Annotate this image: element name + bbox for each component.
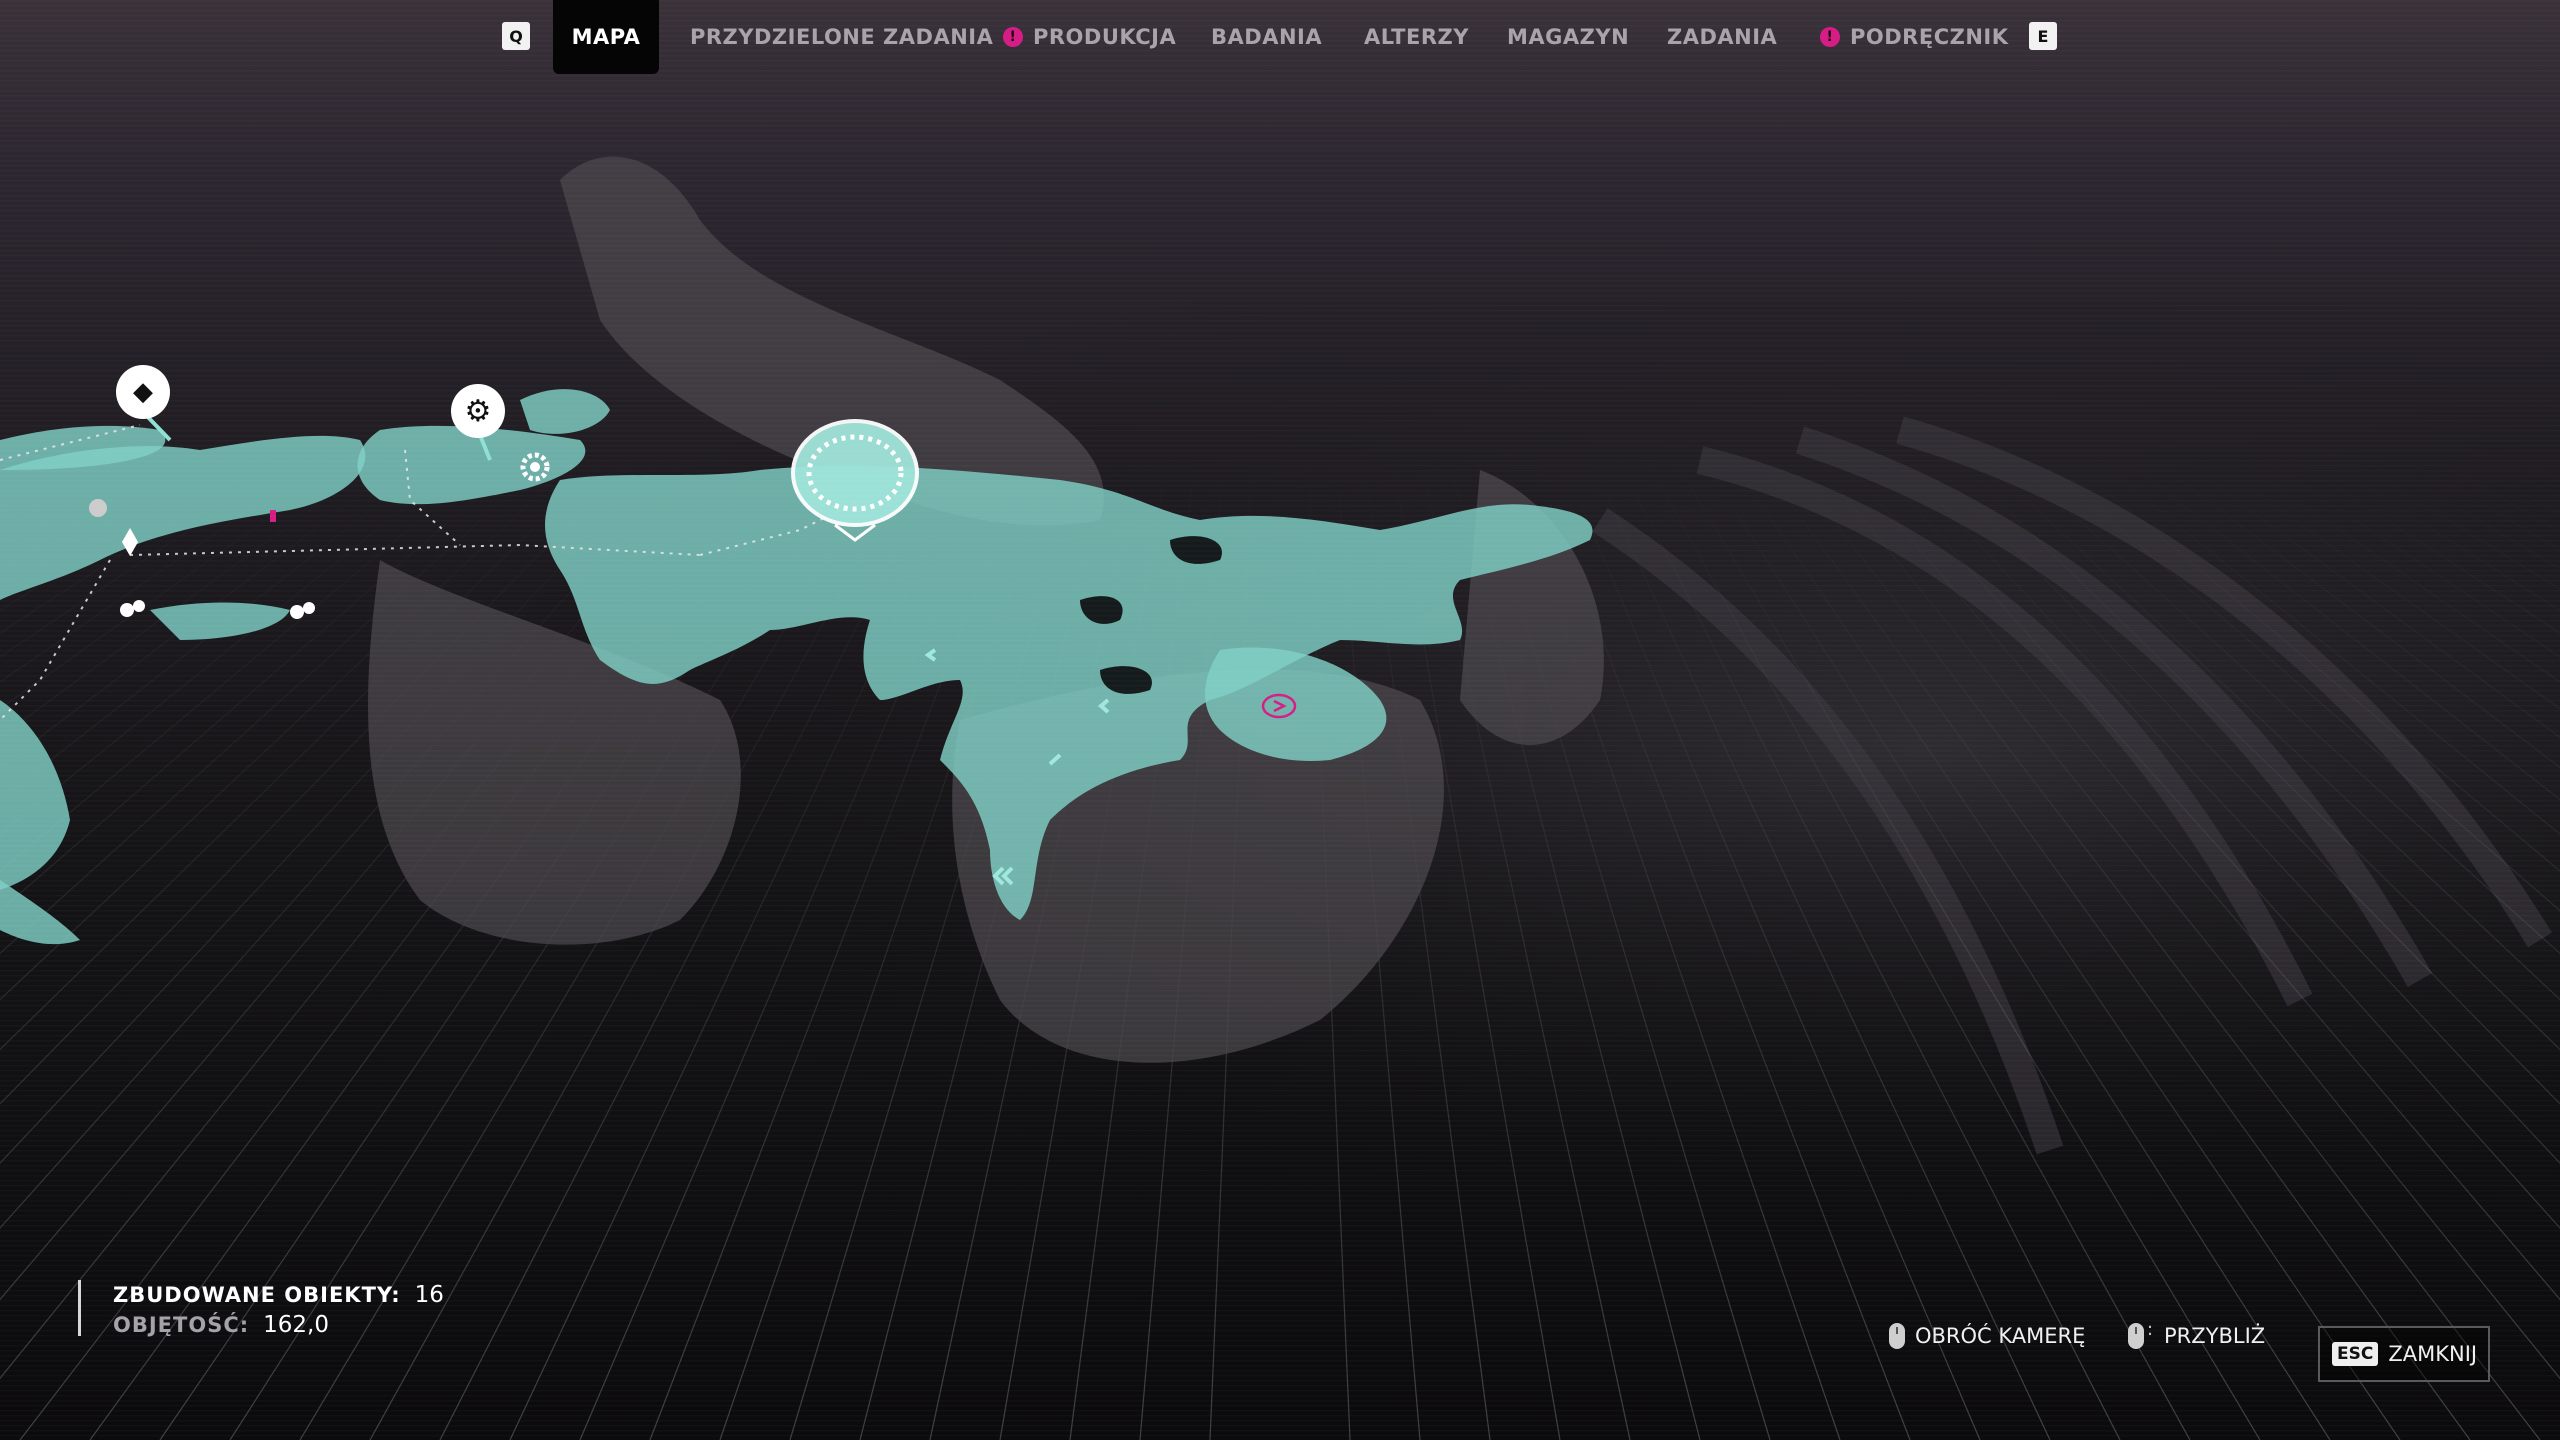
map-view[interactable] — [0, 0, 2560, 1440]
map-screen: ◆ ⚙ Q MAPA PRZYDZIELONE ZADANIA ! PRODUK… — [0, 0, 2560, 1440]
zoom-label: PRZYBLIŻ — [2164, 1324, 2266, 1348]
tab-label: MAGAZYN — [1507, 25, 1630, 49]
next-tab-key[interactable]: E — [2029, 22, 2057, 50]
built-objects-row: ZBUDOWANE OBIEKTY: 16 — [113, 1280, 444, 1310]
built-objects-value: 16 — [414, 1282, 444, 1308]
tab-mapa[interactable]: MAPA — [553, 0, 659, 74]
mouse-scroll-icon — [2128, 1319, 2153, 1349]
tab-magazyn[interactable]: MAGAZYN — [1507, 0, 1629, 74]
volume-value: 162,0 — [263, 1312, 329, 1338]
tab-label: ALTERZY — [1364, 25, 1469, 49]
built-objects-label: ZBUDOWANE OBIEKTY: — [113, 1283, 401, 1307]
volume-row: OBJĘTOŚĆ: 162,0 — [113, 1310, 444, 1340]
top-navigation: Q MAPA PRZYDZIELONE ZADANIA ! PRODUKCJA … — [0, 0, 2560, 78]
tab-label: MAPA — [571, 25, 641, 49]
tab-label: BADANIA — [1211, 25, 1323, 49]
tab-alterzy[interactable]: ALTERZY — [1364, 0, 1469, 74]
close-button[interactable]: ESC ZAMKNIJ — [2318, 1326, 2490, 1382]
tab-zadania[interactable]: ZADANIA — [1667, 0, 1777, 74]
tab-podrecznik[interactable]: ! PODRĘCZNIK — [1820, 0, 2009, 74]
zoom-hint: PRZYBLIŻ — [2128, 1318, 2265, 1354]
base-stats: ZBUDOWANE OBIEKTY: 16 OBJĘTOŚĆ: 162,0 — [78, 1280, 444, 1338]
rotate-camera-hint: OBRÓĆ KAMERĘ — [1889, 1318, 2085, 1354]
tab-label: PRODUKCJA — [1033, 25, 1177, 49]
tab-label: ZADANIA — [1667, 25, 1778, 49]
prev-tab-key[interactable]: Q — [502, 22, 530, 50]
alert-icon: ! — [1003, 27, 1023, 47]
volume-label: OBJĘTOŚĆ: — [113, 1313, 250, 1337]
tab-label: PODRĘCZNIK — [1850, 25, 2009, 49]
tab-produkcja[interactable]: ! PRODUKCJA — [1003, 0, 1176, 74]
gear-icon[interactable]: ⚙ — [451, 384, 505, 438]
tab-label: PRZYDZIELONE ZADANIA — [690, 25, 994, 49]
tab-przydzielone-zadania[interactable]: PRZYDZIELONE ZADANIA — [690, 0, 993, 74]
close-label: ZAMKNIJ — [2388, 1342, 2478, 1366]
alert-icon: ! — [1820, 27, 1840, 47]
tab-badania[interactable]: BADANIA — [1211, 0, 1322, 74]
mouse-icon — [1889, 1323, 1905, 1349]
rotate-camera-label: OBRÓĆ KAMERĘ — [1915, 1324, 2086, 1348]
esc-key-icon: ESC — [2332, 1342, 2379, 1366]
diamond-icon[interactable]: ◆ — [116, 365, 170, 419]
